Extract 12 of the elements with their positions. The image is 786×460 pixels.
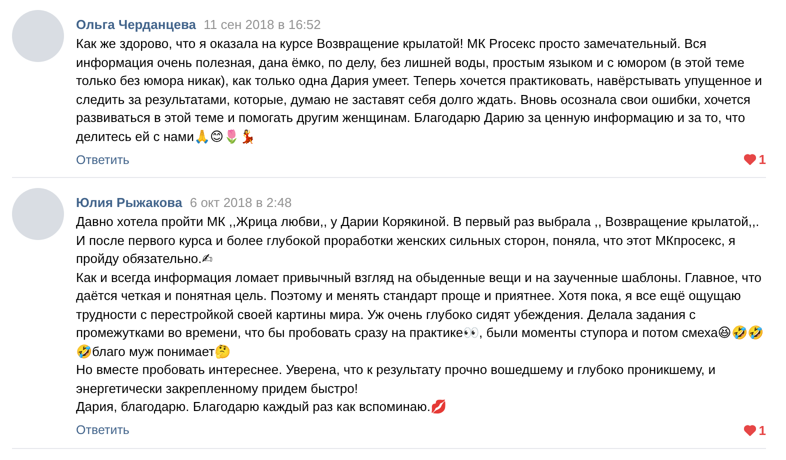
author-name[interactable]: Ольга Черданцева xyxy=(76,17,196,32)
heart-icon[interactable] xyxy=(744,424,756,436)
heart-icon[interactable] xyxy=(744,154,756,165)
comment-text: Давно хотела пройти МК ,,Жрица любви,, у Дарии Корякиной. В первый раз выбрала ,, Возвращение крылатой,,. И после первого курса и более глубокой проработки женских сильных сторон, поняла, что этот МКпросекс, я пройду обязательно.✍ Как и всегда информация ломает привычный взгляд на обыденные вещи и на заученные шаблоны. Главное, что даётся четкая и понятная цель. Поэтому и менять стандарт проще и приятнее. Хотя пока, я все ещё ощущаю трудности с перестройкой своей картины мира. Уж очень глубоко сидят убеждения. Делала задания с промежутками во времени, что бы пробовать сразу на практике👀, были моменты ступора и потом смеха😆🤣🤣🤣благо муж понимает🤔 Но вместе пробовать интереснее. Уверена, что к результату прочно вошедшему и глубоко проникшему, и энергетически закрепленному придем быстро! Дария, благодарю. Благодарю каждый раз как вспоминаю.💋 xyxy=(76,213,764,416)
comment-text: Как же здорово, что я оказала на курсе Возвращение крылатой! МК Procекс просто замечательный. Вся информация очень полезная, дана ёмко, по делу, без лишней воды, простым языком и с юмором (в этой теме только без юмора никак), как только одна Дария умеет. Теперь хочется практиковать, навёрстывать упущенное и следить за результатами, которые, думаю не заставят себя долго ждать. Вновь осознала свои ошибки, хочется развиваться в этой теме и помогать другим женщинам. Благодарю Дарию за ценную информацию и за то, что делитесь ей с нами🙏😊🌷💃 xyxy=(76,35,763,146)
comment-date: 11 сен 2018 в 16:52 xyxy=(204,17,321,32)
like-count: 1 xyxy=(758,152,766,167)
reply-link[interactable]: Ответить xyxy=(76,423,130,437)
reply-link[interactable]: Ответить xyxy=(76,152,130,166)
author-name[interactable]: Юлия Рыжакова xyxy=(76,195,182,210)
comment-date: 6 окт 2018 в 2:48 xyxy=(190,195,292,210)
like-count: 1 xyxy=(758,422,766,438)
